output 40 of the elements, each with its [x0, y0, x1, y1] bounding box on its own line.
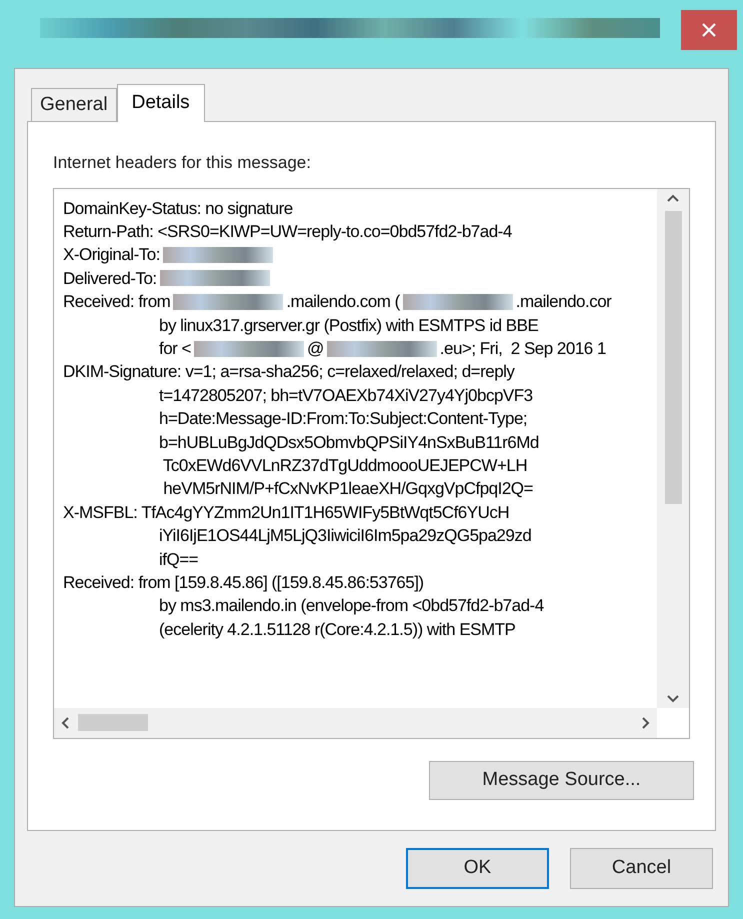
header-text: t=1472805207; bh=tV7OAEXb74XiV27y4Yj0bcpVF3 [159, 384, 533, 407]
headers-label: Internet headers for this message: [53, 152, 312, 174]
header-text: for < [159, 338, 191, 360]
header-text: h=Date:Message-ID:From:To:Subject:Content-Type; [159, 408, 528, 430]
scroll-down-icon[interactable] [666, 694, 680, 704]
header-text: Return-Path: <SRS0=KIWP=UW=reply-to.co=0bd57fd2-b7ad-4 [63, 220, 512, 243]
scroll-left-icon[interactable] [60, 716, 70, 730]
tab[interactable]: Details [116, 84, 205, 122]
header-text: .eu>; Fri, 2 Sep 2016 1 [440, 338, 606, 360]
header-text: DomainKey-Status: no signature [63, 198, 293, 220]
header-text: DKIM-Signature: v=1; a=rsa-sha256; c=relaxed/relaxed; d=reply [63, 361, 514, 384]
header-text: (ecelerity 4.2.1.51128 r(Core:4.2.1.5)) with ESMTP [159, 618, 516, 641]
header-text: Received: from [63, 291, 170, 314]
tab[interactable]: General [31, 88, 117, 121]
header-text: ifQ== [159, 548, 198, 571]
close-button[interactable] [681, 10, 737, 50]
header-text: .mailendo.cor [516, 291, 612, 314]
header-text: heVM5rNIM/P+fCxNvKP1leaeXH/GqxgVpCfpqI2Q= [162, 478, 533, 500]
header-text: X-MSFBL: TfAc4gYYZmm2Un1IT1H65WIFy5BtWqt5Cf6YUcH [63, 502, 510, 524]
header-text: iYiI6IjE1OS44LjM5LjQ3IiwiciI6Im5pa29zQG5pa29zd [159, 525, 532, 548]
header-text: @ [307, 338, 324, 360]
headers-text-area[interactable] [53, 188, 690, 738]
scroll-up-icon[interactable] [666, 192, 680, 202]
dialog-button[interactable]: Cancel [570, 848, 713, 889]
header-text: b=hUBLuBgJdQDsx5ObmvbQPSiIY4nSxBuB11r6Md [159, 432, 539, 454]
horizontal-scrollbar[interactable] [54, 708, 657, 738]
message-source-button[interactable]: Message Source... [429, 760, 694, 800]
header-text: by ms3.mailendo.in (envelope-from <0bd57fd2-b7ad-4 [159, 595, 544, 618]
vertical-scrollbar[interactable] [657, 188, 689, 708]
close-icon [701, 22, 717, 38]
header-text: .mailendo.com ( [286, 291, 400, 314]
scroll-right-icon[interactable] [641, 716, 651, 730]
scrollbar-thumb[interactable] [664, 210, 682, 504]
header-text: Tc0xEWd6VVLnRZ37dTgUddmoooUEJEPCW+LH [162, 454, 528, 477]
scrollbar-thumb[interactable] [78, 714, 148, 731]
header-text: Received: from [159.8.45.86] ([159.8.45.86:53765]) [63, 572, 424, 594]
header-text: X-Original-To: [63, 244, 160, 266]
header-text: Delivered-To: [63, 268, 157, 290]
dialog-button[interactable]: OK [406, 848, 549, 889]
header-text: by linux317.grserver.gr (Postfix) with ESMTPS id BBE [159, 314, 538, 337]
